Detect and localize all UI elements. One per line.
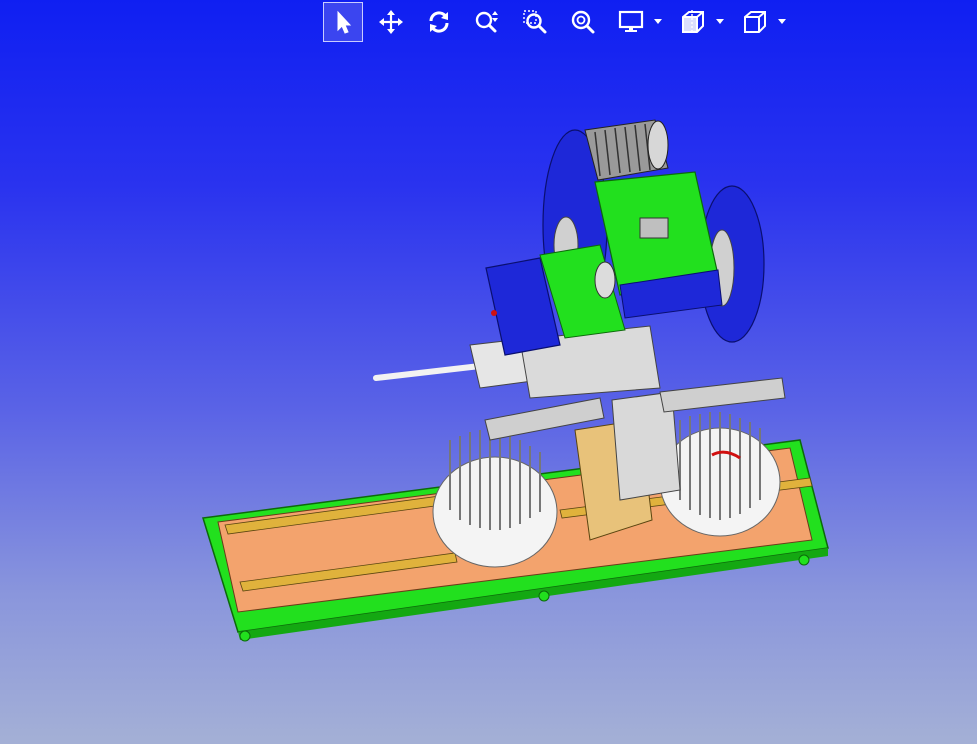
cross-plate-right [659, 377, 786, 413]
cursor-arrow-icon [337, 10, 352, 34]
foot [798, 554, 810, 566]
caret-down-icon [654, 19, 662, 24]
zoom-tool-button[interactable] [467, 2, 507, 42]
zoom-fit-button[interactable] [563, 2, 603, 42]
caret-down-icon [778, 19, 786, 24]
view-orientation-dropdown[interactable] [777, 2, 787, 42]
foot [538, 590, 550, 602]
section-view-icon [682, 10, 704, 34]
display-mode-dropdown[interactable] [653, 2, 663, 42]
idler-pulley [594, 261, 616, 299]
display-mode-button[interactable] [611, 2, 651, 42]
red-indicator [491, 310, 497, 316]
cad-3d-viewport[interactable] [0, 44, 977, 744]
section-view-button[interactable] [673, 2, 713, 42]
monitor-icon [618, 10, 644, 32]
motor-end-cap [647, 120, 669, 170]
pan-tool-button[interactable] [371, 2, 411, 42]
caret-down-icon [716, 19, 724, 24]
cube-icon [744, 11, 766, 33]
feeder-rod [373, 363, 483, 381]
view-orientation-button[interactable] [735, 2, 775, 42]
gearbox-window [639, 217, 669, 239]
section-view-dropdown[interactable] [715, 2, 725, 42]
zoom-window-button[interactable] [515, 2, 555, 42]
zoom-box-icon [523, 10, 547, 34]
fan-basket-left [432, 456, 558, 568]
foot [239, 630, 251, 642]
move-arrows-icon [379, 10, 403, 34]
rotate-icon [429, 11, 449, 33]
select-tool-button[interactable] [323, 2, 363, 42]
zoom-updown-icon [475, 11, 498, 33]
rotate-tool-button[interactable] [419, 2, 459, 42]
view-toolbar [323, 2, 797, 42]
machine-model[interactable] [202, 119, 829, 642]
zoom-fit-icon [571, 10, 595, 34]
